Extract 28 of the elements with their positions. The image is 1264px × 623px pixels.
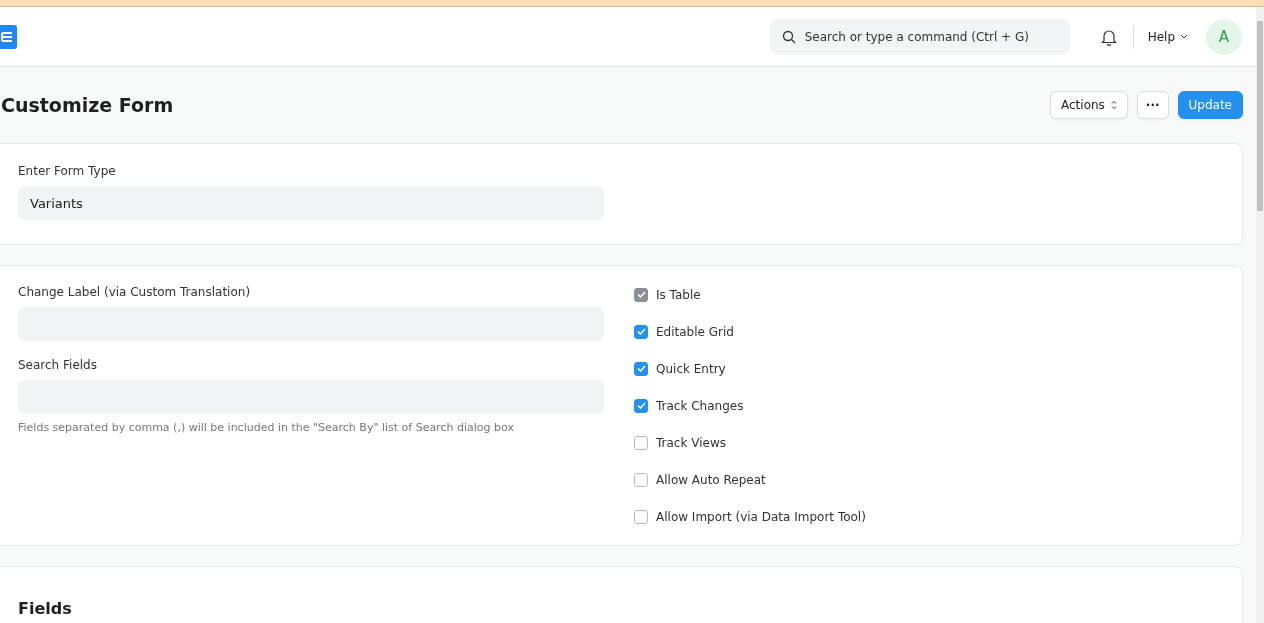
checkbox[interactable] [634,324,648,339]
scrollbar[interactable] [1256,7,1264,623]
checkbox-label: Allow Import (via Data Import Tool) [656,509,866,524]
checkbox[interactable] [634,472,648,487]
checkbox[interactable] [634,509,648,524]
checkbox[interactable] [634,398,648,413]
field-label: Change Label (via Custom Translation) [18,285,252,299]
help-text: Fields separated by comma (,) will be included in the "Search By" list of Search dialog box [18,421,515,434]
section-title: Fields [18,599,72,620]
sort-arrows-icon [1110,100,1117,110]
form-type-field[interactable]: Variants [18,186,604,220]
checkbox-label: Track Views [656,435,726,450]
checkbox-label: Editable Grid [656,324,734,339]
checkbox-label: Quick Entry [656,361,726,376]
checkbox[interactable] [634,361,648,376]
bell-icon[interactable] [1100,27,1117,46]
checkbox-label: Allow Auto Repeat [656,472,766,487]
checkbox-label: Is Table [656,287,701,302]
field-label: Enter Form Type [18,164,117,178]
checkbox[interactable] [634,435,648,450]
search-field[interactable]: Search or type a command (Ctrl + G) [769,18,1070,55]
field-label: Search Fields [18,358,98,372]
help-menu[interactable]: Help [1147,29,1188,44]
chevron-down-icon [1180,34,1188,39]
actions-button[interactable]: Actions [1050,91,1128,119]
checkbox-label: Track Changes [656,398,744,413]
page-title: Customize Form [1,94,174,116]
more-button[interactable]: ··· [1136,91,1169,119]
